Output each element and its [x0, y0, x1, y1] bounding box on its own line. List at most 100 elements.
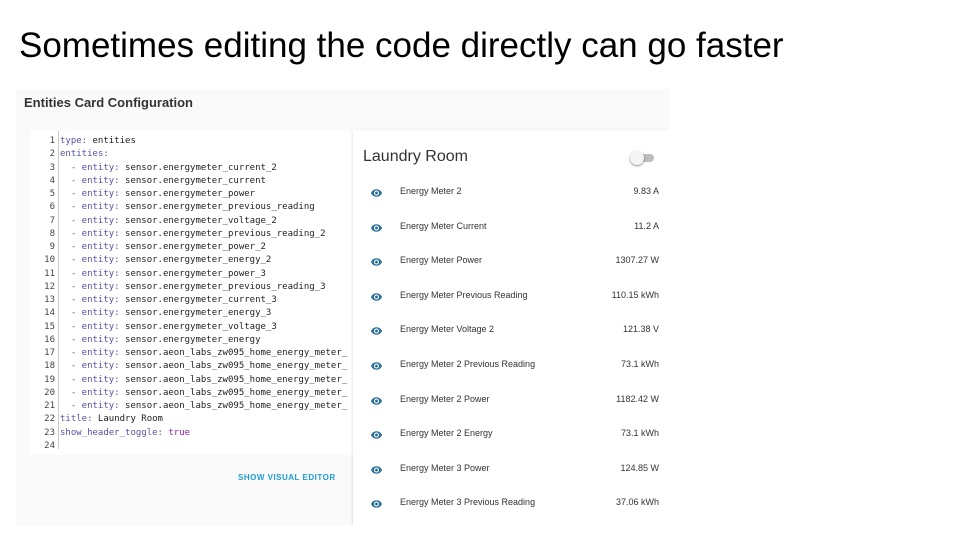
- eye-icon[interactable]: [369, 255, 384, 267]
- code-line[interactable]: 7 - entity: sensor.energymeter_voltage_2: [30, 215, 356, 228]
- yaml-key: - entity:: [60, 295, 120, 305]
- entity-row[interactable]: Energy Meter 2 Previous Reading 73.1 kWh: [353, 349, 670, 383]
- yaml-key: - entity:: [60, 242, 120, 252]
- code-line[interactable]: 23 show_header_toggle: true: [30, 427, 356, 440]
- line-number: 17: [44, 348, 55, 358]
- eye-icon[interactable]: [369, 324, 384, 336]
- line-number: 8: [49, 228, 55, 239]
- entity-name: Energy Meter 3 Power: [400, 462, 490, 473]
- yaml-value: sensor.energymeter_energy_2: [119, 255, 272, 266]
- eye-icon[interactable]: [369, 428, 384, 440]
- line-number: 18: [44, 361, 55, 372]
- yaml-value: sensor.energymeter_current_2: [119, 162, 277, 173]
- entity-row[interactable]: Energy Meter Voltage 2 121.38 V: [353, 314, 670, 348]
- eye-icon[interactable]: [369, 359, 384, 371]
- eye-icon[interactable]: [369, 221, 384, 233]
- yaml-key: - entity:: [60, 189, 120, 199]
- yaml-value: sensor.energymeter_voltage_3: [119, 321, 277, 332]
- yaml-key: - entity:: [60, 228, 120, 239]
- code-line[interactable]: 11 - entity: sensor.energymeter_power_3: [30, 268, 356, 281]
- code-text: - entity: sensor.energymeter_voltage_3: [60, 322, 277, 332]
- line-number: 1: [49, 136, 55, 146]
- code-line[interactable]: 1 type: entities: [30, 135, 356, 148]
- code-text: - entity: sensor.energymeter_current_3: [60, 295, 277, 305]
- code-line[interactable]: 5 - entity: sensor.energymeter_power: [30, 188, 356, 201]
- code-line[interactable]: 3 - entity: sensor.energymeter_current_2: [30, 162, 356, 175]
- yaml-key: title:: [60, 414, 93, 425]
- code-line[interactable]: 6 - entity: sensor.energymeter_previous_…: [30, 201, 356, 214]
- entity-row[interactable]: Energy Meter Current 11.2 A: [353, 211, 670, 245]
- entity-row[interactable]: Energy Meter 2 Power 1182.42 W: [353, 384, 670, 418]
- entity-row[interactable]: Energy Meter Previous Reading 110.15 kWh: [353, 280, 670, 314]
- eye-icon[interactable]: [369, 463, 384, 475]
- line-number: 19: [44, 374, 55, 385]
- yaml-value: true: [162, 427, 191, 438]
- code-line[interactable]: 4 - entity: sensor.energymeter_current: [30, 175, 356, 188]
- entity-name: Energy Meter 2 Power: [400, 393, 490, 404]
- code-line[interactable]: 12 - entity: sensor.energymeter_previous…: [30, 281, 356, 294]
- line-number: 4: [49, 175, 55, 186]
- entity-value: 121.38 V: [622, 324, 659, 335]
- code-line[interactable]: 24: [30, 440, 356, 453]
- code-line[interactable]: 17 - entity: sensor.aeon_labs_zw095_home…: [30, 347, 356, 360]
- code-line[interactable]: 2 entities:: [30, 148, 356, 161]
- code-line[interactable]: 21 - entity: sensor.aeon_labs_zw095_home…: [30, 400, 356, 413]
- code-line[interactable]: 16 - entity: sensor.energymeter_energy: [30, 334, 356, 347]
- yaml-key: - entity:: [60, 268, 120, 279]
- code-line[interactable]: 19 - entity: sensor.aeon_labs_zw095_home…: [30, 374, 356, 387]
- entity-name: Energy Meter Power: [400, 255, 483, 266]
- code-text: - entity: sensor.aeon_labs_zw095_home_en…: [60, 401, 347, 411]
- yaml-key: - entity:: [60, 281, 120, 292]
- yaml-code-editor[interactable]: 1 type: entities 2 entities: 3 - entity: sen…: [30, 131, 356, 455]
- yaml-value: sensor.energymeter_previous_reading: [119, 202, 315, 213]
- yaml-value: Laundry Room: [92, 414, 163, 425]
- entity-row[interactable]: Energy Meter 3 Power 124.85 W: [353, 453, 670, 487]
- code-line[interactable]: 10 - entity: sensor.energymeter_energy_2: [30, 254, 356, 267]
- code-text: - entity: sensor.energymeter_power_2: [60, 242, 266, 252]
- card-config-dialog: Entities Card Configuration 1 type: entit…: [16, 89, 670, 525]
- code-line[interactable]: 15 - entity: sensor.energymeter_voltage_…: [30, 321, 356, 334]
- yaml-value: sensor.aeon_labs_zw095_home_energy_meter…: [119, 348, 348, 358]
- yaml-key: - entity:: [60, 255, 120, 266]
- code-line[interactable]: 13 - entity: sensor.energymeter_current_…: [30, 294, 356, 307]
- line-number: 3: [49, 162, 55, 173]
- card-title: Laundry Room: [363, 148, 468, 165]
- header-toggle[interactable]: [630, 151, 656, 165]
- line-number: 14: [44, 308, 55, 319]
- yaml-value: entities: [87, 136, 136, 146]
- entity-row[interactable]: Energy Meter 2 Energy 73.1 kWh: [353, 418, 670, 452]
- entity-name: Energy Meter Current: [400, 220, 487, 231]
- yaml-value: sensor.energymeter_power_3: [119, 268, 266, 279]
- code-line[interactable]: 22 title: Laundry Room: [30, 413, 356, 426]
- code-text: - entity: sensor.energymeter_energy_2: [60, 255, 272, 266]
- code-line[interactable]: 8 - entity: sensor.energymeter_previous_…: [30, 228, 356, 241]
- entity-value: 73.1 kWh: [620, 359, 659, 369]
- line-number: 22: [44, 414, 55, 425]
- eye-icon[interactable]: [369, 394, 384, 406]
- line-number: 24: [44, 440, 55, 451]
- yaml-key: - entity:: [60, 374, 120, 385]
- eye-icon[interactable]: [369, 290, 384, 302]
- eye-icon[interactable]: [369, 186, 384, 198]
- yaml-value: sensor.energymeter_previous_reading_3: [119, 281, 326, 292]
- yaml-key: - entity:: [60, 334, 120, 345]
- entity-row[interactable]: Energy Meter Power 1307.27 W: [353, 245, 670, 279]
- code-line[interactable]: 18 - entity: sensor.aeon_labs_zw095_home…: [30, 360, 356, 373]
- code-line[interactable]: 20 - entity: sensor.aeon_labs_zw095_home…: [30, 387, 356, 400]
- yaml-value: sensor.energymeter_voltage_2: [119, 215, 277, 226]
- eye-icon[interactable]: [369, 497, 384, 509]
- show-visual-editor-button[interactable]: SHOW VISUAL EDITOR: [238, 473, 336, 482]
- line-number: 7: [49, 215, 55, 226]
- entity-value: 11.2 A: [634, 220, 659, 231]
- code-line[interactable]: 14 - entity: sensor.energymeter_energy_3: [30, 307, 356, 320]
- line-number: 10: [44, 255, 55, 266]
- yaml-key: - entity:: [60, 401, 120, 411]
- code-line[interactable]: 9 - entity: sensor.energymeter_power_2: [30, 241, 356, 254]
- line-number: 20: [44, 387, 55, 398]
- entity-row[interactable]: Energy Meter 2 9.83 A: [353, 176, 670, 210]
- yaml-value: sensor.aeon_labs_zw095_home_energy_meter…: [119, 361, 348, 372]
- entity-row[interactable]: Energy Meter 3 Previous Reading 37.06 kWh: [353, 487, 670, 521]
- entity-value: 1182.42 W: [616, 393, 659, 404]
- line-number: 5: [49, 189, 55, 199]
- yaml-key: - entity:: [60, 321, 120, 332]
